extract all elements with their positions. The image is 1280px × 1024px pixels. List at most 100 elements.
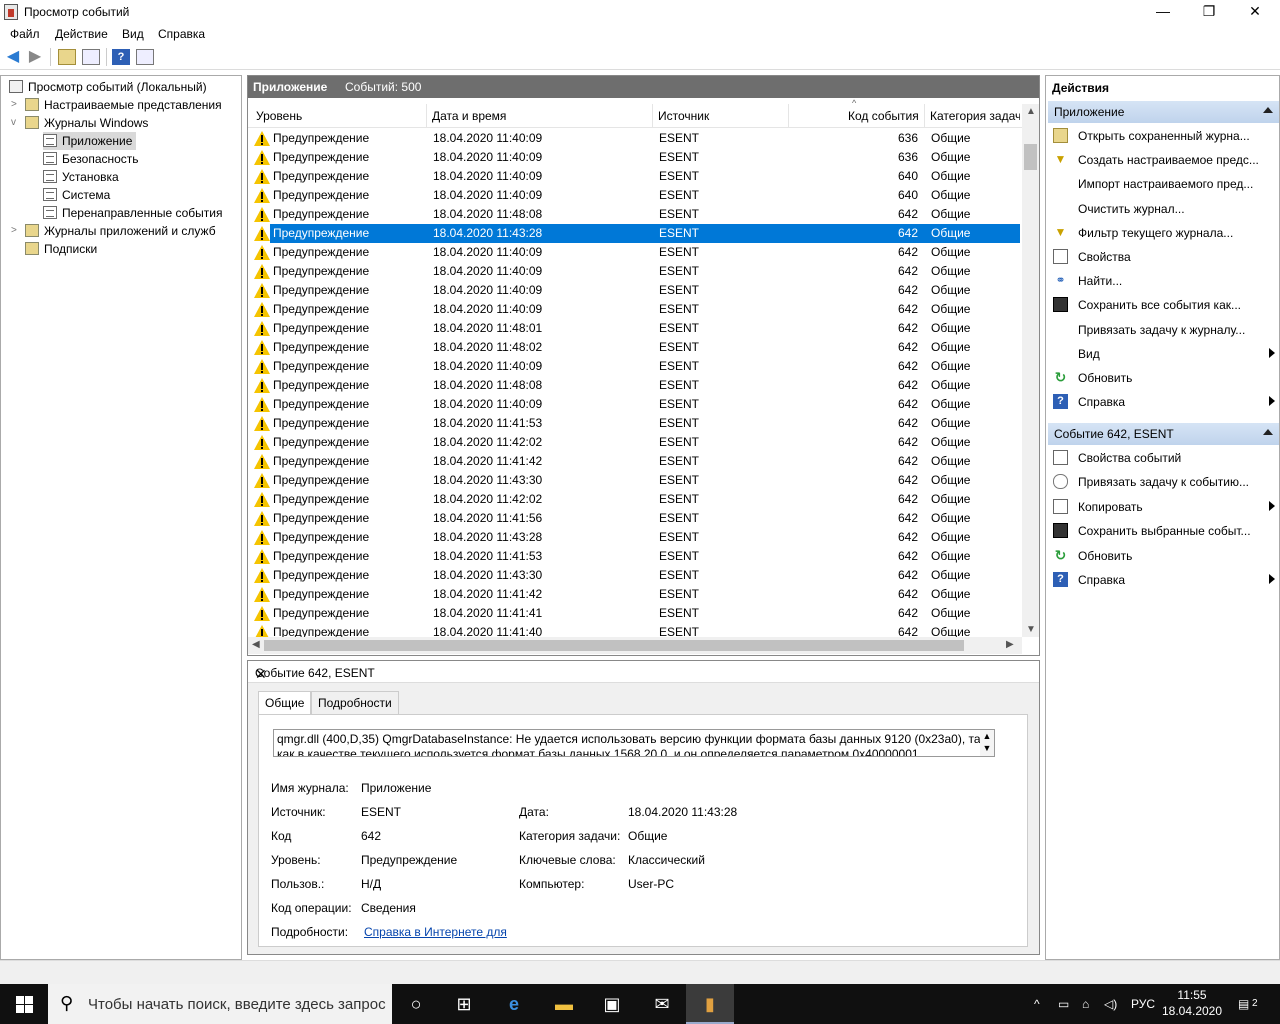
collapse-icon[interactable] (1263, 429, 1273, 435)
action-item[interactable]: Привязать задачу к журналу... (1048, 319, 1279, 341)
table-row[interactable]: Предупреждение 18.04.2020 11:48:08 ESENT 64… (248, 205, 1022, 224)
table-row[interactable]: Предупреждение 18.04.2020 11:42:02 ESENT 64… (248, 490, 1022, 509)
action-item[interactable]: Открыть сохраненный журна... (1048, 125, 1279, 147)
tree-item-custom-views[interactable]: > Настраиваемые представления (11, 96, 222, 114)
tree-item-subscriptions[interactable]: Подписки (25, 240, 97, 258)
network-icon[interactable]: ⌂ (1082, 984, 1089, 1024)
column-task-category[interactable]: Категория задач (930, 109, 1020, 123)
table-row[interactable]: Предупреждение 18.04.2020 11:43:28 ESENT 64… (248, 224, 1022, 243)
battery-icon[interactable]: ▭ (1058, 984, 1069, 1024)
minimize-button[interactable]: — (1140, 0, 1186, 24)
collapse-icon[interactable] (1263, 107, 1273, 113)
store-icon[interactable]: ▣ (588, 984, 636, 1024)
tab-details[interactable]: Подробности (311, 691, 399, 715)
table-row[interactable]: Предупреждение 18.04.2020 11:48:01 ESENT 64… (248, 319, 1022, 338)
table-row[interactable]: Предупреждение 18.04.2020 11:40:09 ESENT 64… (248, 167, 1022, 186)
notifications-icon[interactable]: ▤ (1238, 984, 1249, 1024)
actions-section-header[interactable]: Приложение (1048, 101, 1279, 123)
taskbar-clock[interactable]: 11:55 18.04.2020 (1160, 987, 1224, 1019)
tray-expand-icon[interactable]: ^ (1034, 984, 1040, 1024)
horizontal-scrollbar[interactable]: ◀ ▶ (248, 637, 1022, 654)
up-folder-icon[interactable] (58, 49, 76, 65)
table-row[interactable]: Предупреждение 18.04.2020 11:40:09 ESENT 64… (248, 281, 1022, 300)
edge-icon[interactable]: e (490, 984, 538, 1024)
action-item[interactable]: Привязать задачу к событию... (1048, 471, 1279, 493)
vertical-scrollbar[interactable]: ▲ ▼ (1022, 104, 1039, 637)
maximize-button[interactable]: ❐ (1186, 0, 1232, 24)
action-item[interactable]: Вид (1048, 343, 1279, 365)
action-item[interactable]: ? Справка (1048, 391, 1279, 413)
event-description[interactable]: qmgr.dll (400,D,35) QmgrDatabaseInstance… (273, 729, 995, 757)
scroll-right-icon[interactable]: ▶ (1006, 639, 1014, 650)
tab-general[interactable]: Общие (258, 691, 312, 715)
tree-item-apps-services[interactable]: > Журналы приложений и служб (11, 222, 216, 240)
back-arrow-icon[interactable]: ◀ (4, 49, 22, 65)
show-hide-tree-icon[interactable] (82, 49, 100, 65)
start-button[interactable] (0, 984, 48, 1024)
table-row[interactable]: Предупреждение 18.04.2020 11:41:56 ESENT 64… (248, 509, 1022, 528)
online-help-link[interactable]: Справка в Интернете для (364, 925, 507, 939)
chevron-right-icon[interactable]: > (11, 222, 21, 240)
table-row[interactable]: Предупреждение 18.04.2020 11:43:28 ESENT 64… (248, 528, 1022, 547)
tree-item-root[interactable]: Просмотр событий (Локальный) (9, 78, 207, 96)
action-item[interactable]: Очистить журнал... (1048, 198, 1279, 220)
table-row[interactable]: Предупреждение 18.04.2020 11:41:53 ESENT 64… (248, 414, 1022, 433)
column-divider[interactable] (426, 104, 427, 128)
action-item[interactable]: ↻ Обновить (1048, 367, 1279, 389)
table-row[interactable]: Предупреждение 18.04.2020 11:40:09 ESENT 64… (248, 186, 1022, 205)
action-item[interactable]: ▼ Создать настраиваемое предс... (1048, 149, 1279, 171)
forward-arrow-icon[interactable]: ▶ (26, 49, 44, 65)
table-row[interactable]: Предупреждение 18.04.2020 11:40:09 ESENT 64… (248, 300, 1022, 319)
menu-action[interactable]: Действие (55, 27, 108, 41)
menu-file[interactable]: Файл (10, 27, 40, 41)
action-item[interactable]: ▼ Фильтр текущего журнала... (1048, 222, 1279, 244)
cortana-icon[interactable]: ○ (392, 984, 440, 1024)
help-icon[interactable]: ? (112, 49, 130, 65)
scroll-left-icon[interactable]: ◀ (252, 639, 260, 650)
scroll-down-icon[interactable]: ▼ (1026, 624, 1036, 635)
description-scrollbar[interactable]: ▲ ▼ (980, 730, 994, 756)
event-viewer-taskbar-icon[interactable]: ▮ (686, 984, 734, 1024)
show-hide-actions-icon[interactable] (136, 49, 154, 65)
table-row[interactable]: Предупреждение 18.04.2020 11:43:30 ESENT 64… (248, 471, 1022, 490)
table-row[interactable]: Предупреждение 18.04.2020 11:40:09 ESENT 64… (248, 395, 1022, 414)
column-divider[interactable] (788, 104, 789, 128)
table-row[interactable]: Предупреждение 18.04.2020 11:41:42 ESENT 64… (248, 585, 1022, 604)
table-row[interactable]: Предупреждение 18.04.2020 11:40:09 ESENT 64… (248, 243, 1022, 262)
table-row[interactable]: Предупреждение 18.04.2020 11:41:42 ESENT 64… (248, 452, 1022, 471)
chevron-right-icon[interactable]: > (11, 96, 21, 114)
action-item[interactable]: Свойства событий (1048, 447, 1279, 469)
column-divider[interactable] (924, 104, 925, 128)
table-row[interactable]: Предупреждение 18.04.2020 11:40:09 ESENT 64… (248, 357, 1022, 376)
table-row[interactable]: Предупреждение 18.04.2020 11:41:53 ESENT 64… (248, 547, 1022, 566)
tree-item-windows-logs[interactable]: v Журналы Windows (11, 114, 148, 132)
scroll-thumb[interactable] (264, 640, 964, 651)
tree-item-application[interactable]: Приложение (43, 132, 137, 150)
close-button[interactable]: ✕ (1232, 0, 1278, 24)
action-item[interactable]: ? Справка (1048, 569, 1279, 591)
table-row[interactable]: Предупреждение 18.04.2020 11:40:09 ESENT 63… (248, 148, 1022, 167)
volume-icon[interactable]: ◁) (1104, 984, 1117, 1024)
menu-view[interactable]: Вид (122, 27, 144, 41)
column-level[interactable]: Уровень (256, 109, 302, 123)
close-detail-icon[interactable]: ✕ (255, 666, 267, 683)
action-item[interactable]: Сохранить все события как... (1048, 294, 1279, 316)
tree-item-setup[interactable]: Установка (43, 168, 119, 186)
action-item[interactable]: ↻ Обновить (1048, 545, 1279, 567)
actions-section-header[interactable]: Событие 642, ESENT (1048, 423, 1279, 445)
column-divider[interactable] (652, 104, 653, 128)
column-datetime[interactable]: Дата и время (432, 109, 506, 123)
table-row[interactable]: Предупреждение 18.04.2020 11:41:41 ESENT 64… (248, 604, 1022, 623)
taskbar-search[interactable]: ⚲ Чтобы начать поиск, введите здесь запр… (48, 984, 392, 1024)
action-item[interactable]: Сохранить выбранные событ... (1048, 520, 1279, 542)
tree-item-system[interactable]: Система (43, 186, 110, 204)
action-item[interactable]: Копировать (1048, 496, 1279, 518)
table-row[interactable]: Предупреждение 18.04.2020 11:40:09 ESENT 63… (248, 129, 1022, 148)
table-row[interactable]: Предупреждение 18.04.2020 11:48:02 ESENT 64… (248, 338, 1022, 357)
scroll-up-icon[interactable]: ▲ (1026, 106, 1036, 117)
tree-item-forwarded[interactable]: Перенаправленные события (43, 204, 222, 222)
menu-help[interactable]: Справка (158, 27, 205, 41)
mail-icon[interactable]: ✉ (638, 984, 686, 1024)
column-event-id[interactable]: Код события (848, 109, 919, 123)
chevron-down-icon[interactable]: v (11, 114, 21, 132)
